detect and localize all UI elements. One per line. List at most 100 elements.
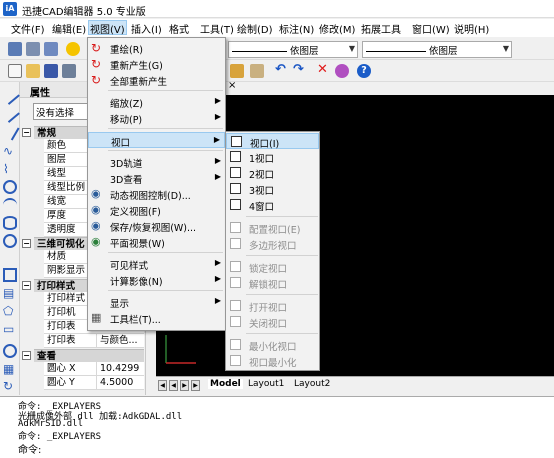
close-icon[interactable]: × [228,80,242,92]
chevron-right-icon: ▶ [214,296,221,305]
prev-tab-icon[interactable]: ◀ [169,380,178,391]
arc-icon[interactable] [3,198,17,212]
save-icon[interactable] [44,64,58,78]
menu-item-dynamic-view[interactable]: ◉ 动态视图控制(D)... [88,186,225,202]
region-icon[interactable]: ▭ [3,322,17,336]
menu-tools[interactable]: 工具(T) [200,21,234,36]
menu-item-plan-view[interactable]: ◉ 平面视景(W) [88,234,225,250]
menu-item-viewports[interactable]: 视口 ▶ [88,132,225,149]
menu-format[interactable]: 格式 [169,21,189,36]
menu-item-3d-orbit[interactable]: 3D轨道 ▶ [88,154,225,170]
command-input[interactable]: 命令: [18,441,41,456]
hatch-icon[interactable]: ▤ [3,286,17,300]
menu-item-label: 全部重新产生 [110,77,168,88]
menu-item-toolbars[interactable]: ▦ 工具栏(T)... [88,310,225,326]
menu-file[interactable]: 文件(F) [11,21,45,36]
circle-icon[interactable] [3,180,17,194]
chevron-down-icon: ▼ [502,44,509,53]
menu-item-save-restore-view[interactable]: ◉ 保存/恢复视图(W)... [88,218,225,234]
menu-item-2-viewports[interactable]: 2视口 [226,165,319,181]
menu-help[interactable]: 说明(H) [454,21,489,36]
redo-icon[interactable]: ↷ [293,63,307,78]
delete-icon[interactable]: ✕ [317,63,331,78]
menu-extend-tools[interactable]: 拓展工具 [361,21,401,36]
table-icon[interactable]: ▦ [3,362,17,376]
text-icon[interactable]: ↻ [3,379,17,393]
eye-icon: ◉ [91,219,101,232]
layer-combo[interactable]: 依图层 ▼ [228,41,358,58]
ray-icon[interactable] [0,103,20,123]
new-file-icon[interactable] [8,64,22,78]
menu-item-label: 4窗口 [249,202,275,213]
spline-icon[interactable]: ∿ [3,144,17,158]
rectangle-icon[interactable] [3,268,17,282]
menu-insert[interactable]: 插入(I) [131,21,162,36]
menu-item-label: 打开视口 [249,303,288,314]
property-name: 圆心 X [47,363,76,374]
point-icon[interactable] [3,344,17,358]
last-tab-icon[interactable]: ▶ [191,380,200,391]
menu-item-visual-styles[interactable]: 可见样式 ▶ [88,256,225,272]
print-icon[interactable] [62,64,76,78]
polygon-icon[interactable]: ⬠ [3,304,17,318]
line-icon[interactable] [0,85,20,105]
lightbulb-icon[interactable] [66,42,80,56]
first-tab-icon[interactable]: ◀ [158,380,167,391]
collapse-icon[interactable]: − [22,351,31,360]
property-row[interactable]: 打印表 与颜色... [44,334,144,348]
menu-item-label: 2视口 [249,170,275,181]
menu-view[interactable]: 视图(V) [88,20,127,36]
open-folder-icon[interactable] [26,64,40,78]
menu-item-regen[interactable]: ↻ 重新产生(G) [88,56,225,72]
ellipse-icon[interactable] [3,216,17,230]
menu-item-pan[interactable]: 移动(P) ▶ [88,110,225,126]
menu-dimension[interactable]: 标注(N) [279,21,314,36]
menu-draw[interactable]: 绘制(D) [237,21,273,36]
collapse-icon[interactable]: − [22,281,31,290]
chevron-down-icon: ▼ [348,44,355,53]
menu-item-redraw[interactable]: ↻ 重绘(R) [88,40,225,56]
property-value: 10.4299 [96,362,139,375]
layer-prev-icon[interactable] [44,42,58,56]
config-viewport-icon [230,222,241,233]
menu-separator [246,255,318,256]
menu-window[interactable]: 窗口(W) [412,21,450,36]
property-row[interactable]: 圆心 X 10.4299 [44,362,144,376]
property-row[interactable]: 圆心 Y 4.5000 [44,376,144,390]
viewport-two-icon [230,167,241,178]
tab-model[interactable]: Model [208,379,243,389]
purge-icon[interactable] [335,64,349,78]
next-tab-icon[interactable]: ▶ [180,380,189,391]
tab-layout2[interactable]: Layout2 [294,379,330,389]
polyline-icon[interactable] [0,121,20,141]
menu-item-3d-view[interactable]: 3D查看 ▶ [88,170,225,186]
category-print-label: 打印样式 [37,281,76,292]
menu-item-viewports-dialog[interactable]: 视口(I) [226,133,319,150]
menu-separator [108,150,223,151]
viewport-single-icon [230,151,241,162]
menu-item-3-viewports[interactable]: 3视口 [226,181,319,197]
paste-icon[interactable] [230,64,244,78]
menu-separator [108,128,223,129]
tab-layout1[interactable]: Layout1 [248,379,284,389]
collapse-icon[interactable]: − [22,128,31,137]
collapse-icon[interactable]: − [22,239,31,248]
linetype-combo[interactable]: 依图层 ▼ [362,41,512,58]
menu-edit[interactable]: 编辑(E) [52,21,86,36]
menu-modify[interactable]: 修改(M) [319,21,355,36]
menu-item-regen-all[interactable]: ↻ 全部重新产生 [88,72,225,88]
undo-icon[interactable]: ↶ [275,63,289,78]
layer-state-icon[interactable] [26,42,40,56]
help-icon[interactable]: ? [357,64,371,78]
category-view[interactable]: − 查看 [22,349,144,362]
menu-item-render[interactable]: 计算影像(N) ▶ [88,272,225,288]
layers-icon[interactable] [8,42,22,56]
menu-item-display[interactable]: 显示 ▶ [88,294,225,310]
freehand-icon[interactable]: ⌇ [3,162,17,176]
donut-icon[interactable] [3,234,17,248]
menu-item-zoom[interactable]: 缩放(Z) ▶ [88,94,225,110]
menu-item-4-viewports[interactable]: 4窗口 [226,197,319,213]
menu-item-define-view[interactable]: ◉ 定义视图(F) [88,202,225,218]
menu-item-1-viewport[interactable]: 1视口 [226,149,319,165]
match-properties-icon[interactable] [250,64,264,78]
